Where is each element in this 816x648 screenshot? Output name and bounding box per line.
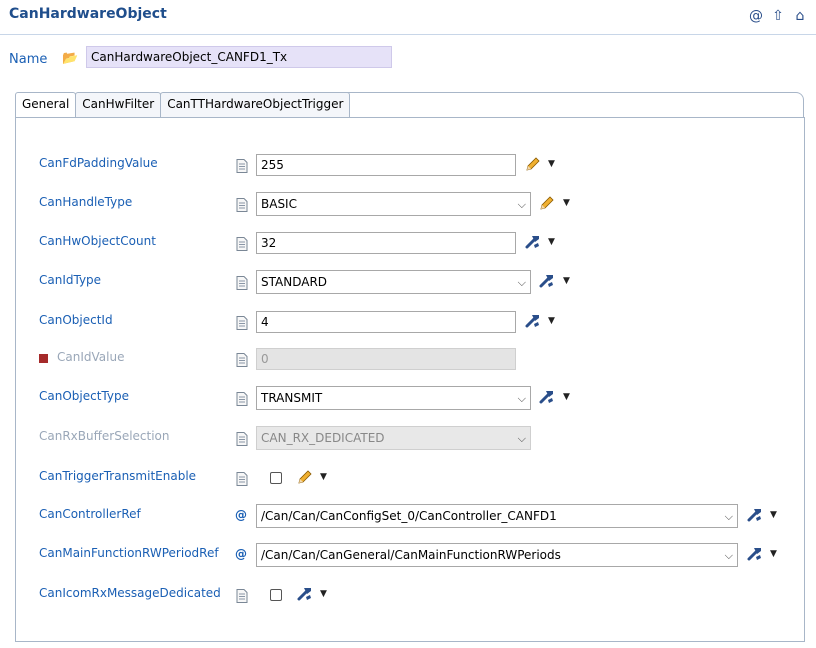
id-type-value: STANDARD	[261, 275, 328, 289]
chevron-down-icon: ⌵	[517, 276, 526, 289]
field-row-id-type: CanIdType STANDARD ⌵ ▼	[0, 269, 816, 295]
chevron-down-icon[interactable]: ▼	[548, 159, 555, 169]
wrench-icon[interactable]	[296, 585, 314, 603]
wrench-icon[interactable]	[524, 312, 542, 330]
hw-object-count-label: CanHwObjectCount	[39, 234, 156, 248]
chevron-down-icon[interactable]: ▼	[320, 472, 327, 482]
handle-type-select[interactable]: BASIC ⌵	[256, 192, 531, 216]
hw-object-count-input[interactable]: 32	[256, 232, 516, 254]
error-marker-icon	[39, 354, 48, 363]
field-row-trigger-transmit: CanTriggerTransmitEnable ▼	[0, 465, 816, 491]
chevron-down-icon[interactable]: ▼	[770, 549, 777, 559]
tab-strip-frame	[330, 92, 804, 118]
tab-bar: General CanHwFilter CanTTHardwareObjectT…	[15, 92, 351, 118]
rx-buffer-select: CAN_RX_DEDICATED ⌵	[256, 426, 531, 450]
id-value-label: CanIdValue	[57, 350, 125, 364]
object-id-input[interactable]: 4	[256, 311, 516, 333]
wrench-icon[interactable]	[746, 545, 764, 563]
field-row-icom-rx: CanIcomRxMessageDedicated ▼	[0, 582, 816, 608]
id-type-select[interactable]: STANDARD ⌵	[256, 270, 531, 294]
chevron-down-icon[interactable]: ▼	[548, 237, 555, 247]
number-field-icon	[235, 316, 249, 330]
tab-canhwfilter[interactable]: CanHwFilter	[75, 92, 162, 118]
chevron-down-icon[interactable]: ▼	[563, 276, 570, 286]
main-function-ref-label: CanMainFunctionRWPeriodRef	[39, 546, 219, 560]
wrench-icon[interactable]	[538, 272, 556, 290]
object-id-label: CanObjectId	[39, 313, 113, 327]
fd-padding-input[interactable]: 255	[256, 154, 516, 176]
trigger-transmit-label: CanTriggerTransmitEnable	[39, 469, 197, 483]
reference-icon: @	[235, 508, 247, 522]
chevron-down-icon[interactable]: ▼	[320, 589, 327, 599]
up-arrow-icon[interactable]: ⇧	[770, 8, 786, 24]
home-icon[interactable]: ⌂	[792, 8, 808, 24]
chevron-down-icon: ⌵	[517, 198, 526, 211]
chevron-down-icon: ⌵	[724, 510, 733, 523]
header-toolbar: @ ⇧ ⌂	[748, 8, 808, 24]
chevron-down-icon[interactable]: ▼	[563, 392, 570, 402]
boolean-field-icon	[235, 589, 249, 603]
folder-icon: 📂	[62, 51, 79, 66]
object-type-label: CanObjectType	[39, 389, 129, 403]
handle-type-label: CanHandleType	[39, 195, 133, 209]
rx-buffer-value: CAN_RX_DEDICATED	[261, 431, 385, 445]
controller-ref-select[interactable]: /Can/Can/CanConfigSet_0/CanController_CA…	[256, 504, 738, 528]
field-row-handle-type: CanHandleType BASIC ⌵ ▼	[0, 191, 816, 217]
main-function-ref-select[interactable]: /Can/Can/CanGeneral/CanMainFunctionRWPer…	[256, 543, 738, 567]
field-row-controller-ref: CanControllerRef @ /Can/Can/CanConfigSet…	[0, 503, 816, 529]
wrench-icon[interactable]	[746, 506, 764, 524]
field-row-main-function-ref: CanMainFunctionRWPeriodRef @ /Can/Can/Ca…	[0, 542, 816, 568]
header-divider	[0, 34, 816, 35]
id-value-input: 0	[256, 348, 516, 370]
enum-field-icon	[235, 432, 249, 446]
field-row-id-value: CanIdValue 0	[0, 346, 816, 372]
tab-general[interactable]: General	[15, 92, 77, 118]
chevron-down-icon: ⌵	[517, 392, 526, 405]
number-field-icon	[235, 353, 249, 367]
pencil-icon[interactable]	[538, 194, 556, 212]
main-function-ref-value: /Can/Can/CanGeneral/CanMainFunctionRWPer…	[261, 548, 561, 562]
handle-type-value: BASIC	[261, 197, 297, 211]
field-row-object-id: CanObjectId 4 ▼	[0, 309, 816, 335]
chevron-down-icon: ⌵	[517, 432, 526, 445]
boolean-field-icon	[235, 472, 249, 486]
name-label: Name	[9, 52, 48, 67]
wrench-icon[interactable]	[524, 233, 542, 251]
icom-rx-label: CanIcomRxMessageDedicated	[39, 586, 221, 600]
field-row-fd-padding: CanFdPaddingValue 255 ▼	[0, 152, 816, 178]
enum-field-icon	[235, 276, 249, 290]
object-type-select[interactable]: TRANSMIT ⌵	[256, 386, 531, 410]
at-icon[interactable]: @	[748, 8, 764, 24]
page-title: CanHardwareObject	[9, 6, 167, 22]
number-field-icon	[235, 159, 249, 173]
rx-buffer-label: CanRxBufferSelection	[39, 429, 170, 443]
enum-field-icon	[235, 392, 249, 406]
controller-ref-label: CanControllerRef	[39, 507, 141, 521]
icom-rx-checkbox[interactable]	[270, 589, 282, 601]
reference-icon: @	[235, 547, 247, 561]
id-type-label: CanIdType	[39, 273, 102, 287]
tab-canttrigger[interactable]: CanTTHardwareObjectTrigger	[160, 92, 351, 118]
field-row-hw-object-count: CanHwObjectCount 32 ▼	[0, 230, 816, 256]
chevron-down-icon[interactable]: ▼	[563, 198, 570, 208]
chevron-down-icon: ⌵	[724, 549, 733, 562]
pencil-icon[interactable]	[296, 468, 314, 486]
name-field[interactable]: CanHardwareObject_CANFD1_Tx	[86, 46, 392, 68]
trigger-transmit-checkbox[interactable]	[270, 472, 282, 484]
wrench-icon[interactable]	[538, 388, 556, 406]
number-field-icon	[235, 237, 249, 251]
chevron-down-icon[interactable]: ▼	[548, 316, 555, 326]
field-row-rx-buffer: CanRxBufferSelection CAN_RX_DEDICATED ⌵	[0, 425, 816, 451]
pencil-icon[interactable]	[524, 155, 542, 173]
field-row-object-type: CanObjectType TRANSMIT ⌵ ▼	[0, 385, 816, 411]
object-type-value: TRANSMIT	[261, 391, 323, 405]
controller-ref-value: /Can/Can/CanConfigSet_0/CanController_CA…	[261, 509, 557, 523]
chevron-down-icon[interactable]: ▼	[770, 510, 777, 520]
enum-field-icon	[235, 198, 249, 212]
fd-padding-label: CanFdPaddingValue	[39, 156, 158, 170]
